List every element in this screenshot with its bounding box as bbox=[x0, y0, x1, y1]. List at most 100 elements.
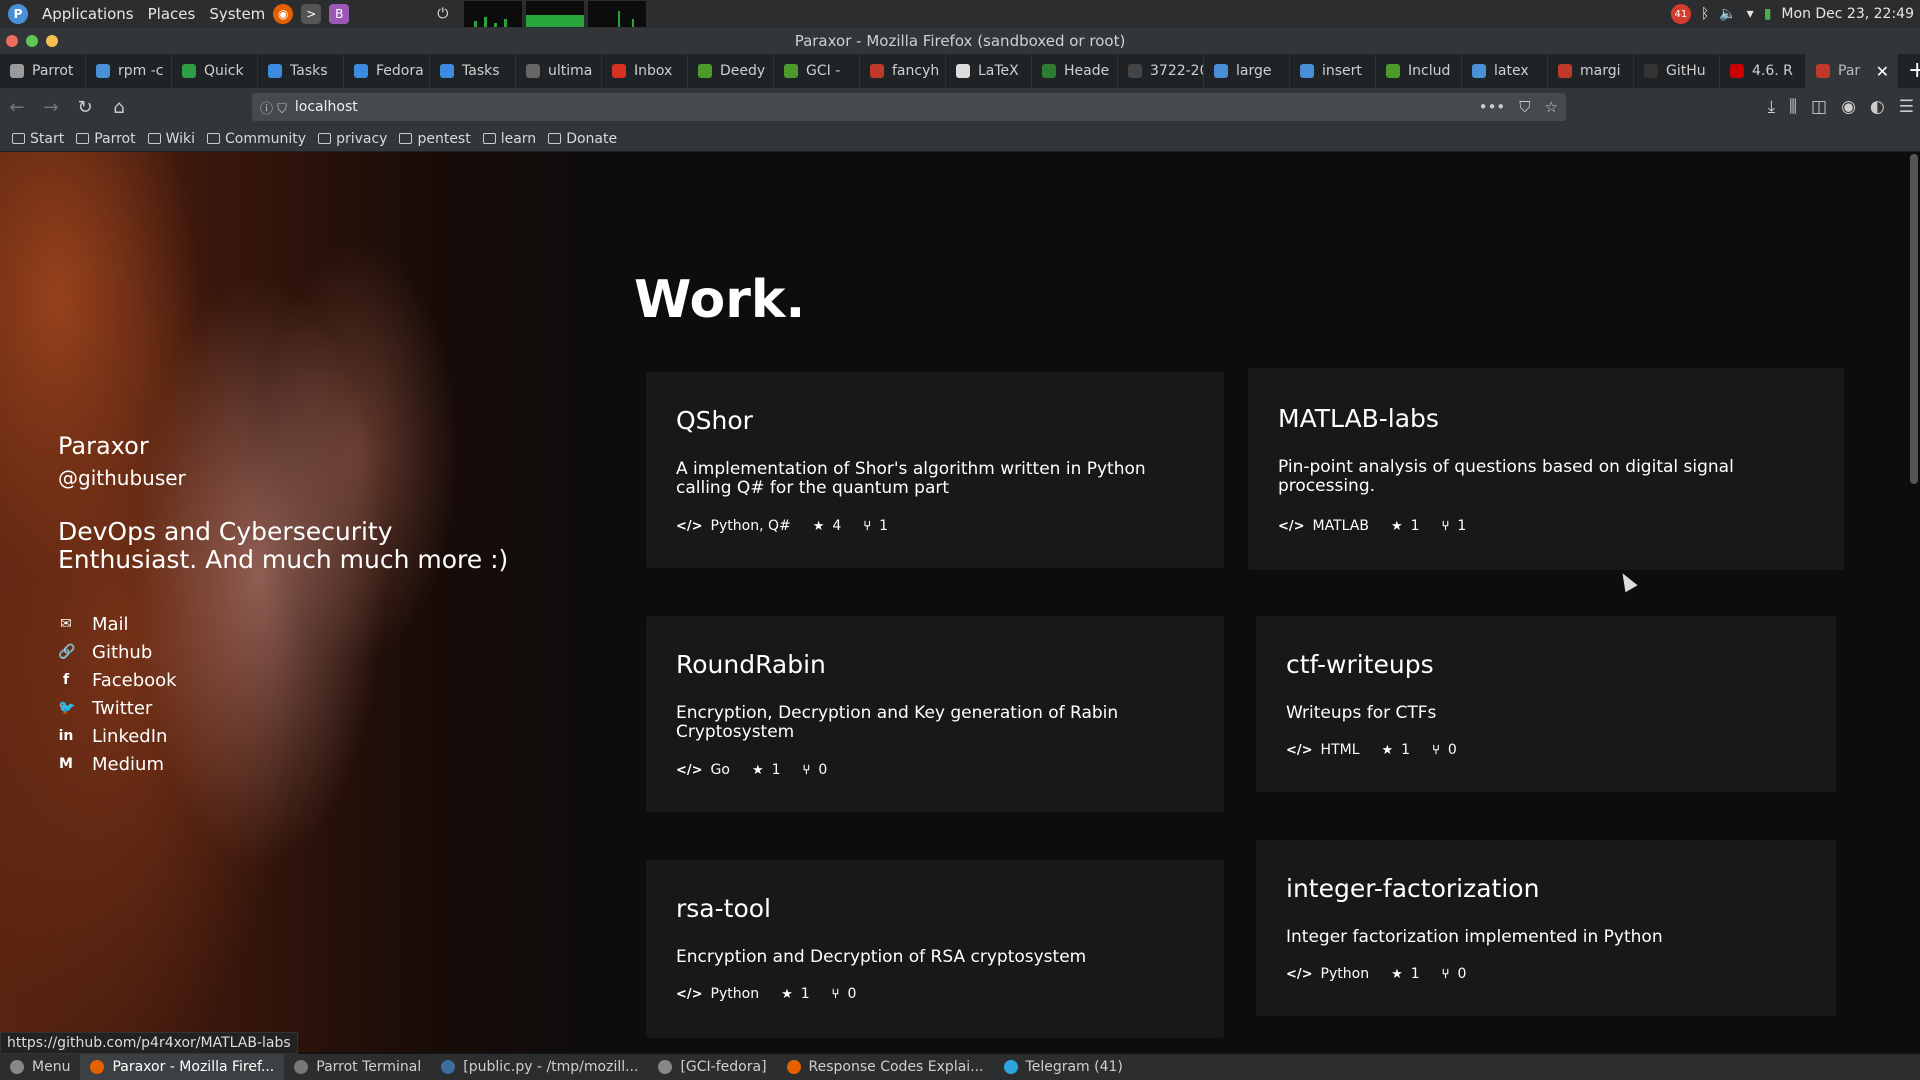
maximize-window-button[interactable] bbox=[26, 35, 38, 47]
browser-tab[interactable]: GCI - bbox=[774, 54, 860, 88]
url-text[interactable]: localhost bbox=[295, 99, 358, 115]
bookmark-item[interactable]: Parrot bbox=[76, 131, 136, 147]
social-link-label[interactable]: Github bbox=[92, 642, 152, 663]
browser-tab[interactable]: Fedora bbox=[344, 54, 430, 88]
taskbar-window[interactable]: Telegram (41) bbox=[994, 1054, 1133, 1080]
browser-tab[interactable]: GitHu bbox=[1634, 54, 1720, 88]
project-card-matlab-labs[interactable]: MATLAB-labs Pin-point analysis of questi… bbox=[1248, 368, 1844, 570]
browser-tab[interactable]: Tasks bbox=[258, 54, 344, 88]
tab-label: margi bbox=[1580, 63, 1621, 79]
minimize-window-button[interactable] bbox=[46, 35, 58, 47]
taskbar-window[interactable]: Response Codes Explai... bbox=[777, 1054, 994, 1080]
browser-tab[interactable]: Parrot bbox=[0, 54, 86, 88]
bookmark-item[interactable]: learn bbox=[482, 131, 536, 147]
browser-tab[interactable]: LaTeX bbox=[946, 54, 1032, 88]
project-card-qshor[interactable]: QShor A implementation of Shor's algorit… bbox=[646, 372, 1224, 568]
social-link-github[interactable]: 🔗 Github bbox=[58, 638, 538, 666]
terminal-launcher-icon[interactable]: > bbox=[301, 4, 322, 24]
bluetooth-icon[interactable]: ᛒ bbox=[1701, 6, 1709, 22]
social-link-label[interactable]: Medium bbox=[92, 754, 164, 775]
social-link-label[interactable]: Mail bbox=[92, 614, 129, 635]
browser-tab[interactable]: ultima bbox=[516, 54, 602, 88]
places-menu[interactable]: Places bbox=[148, 5, 196, 23]
system-menu[interactable]: System bbox=[209, 5, 265, 23]
social-link-label[interactable]: Facebook bbox=[92, 670, 177, 691]
bookmark-item[interactable]: Community bbox=[207, 131, 306, 147]
close-window-button[interactable] bbox=[6, 35, 18, 47]
social-link-label[interactable]: Twitter bbox=[92, 698, 152, 719]
social-link-linkedin[interactable]: in LinkedIn bbox=[58, 722, 538, 750]
browser-tab[interactable]: 4.6. R bbox=[1720, 54, 1806, 88]
project-title[interactable]: QShor bbox=[676, 406, 753, 435]
social-link-label[interactable]: LinkedIn bbox=[92, 726, 167, 747]
reload-icon[interactable]: ↻ bbox=[68, 97, 102, 118]
clock[interactable]: Mon Dec 23, 22:49 bbox=[1781, 6, 1914, 22]
browser-tab[interactable]: large bbox=[1204, 54, 1290, 88]
new-tab-button[interactable]: + bbox=[1898, 54, 1920, 88]
project-title[interactable]: ctf-writeups bbox=[1286, 650, 1434, 679]
bookmark-item[interactable]: pentest bbox=[399, 131, 471, 147]
browser-tab[interactable]: margi bbox=[1548, 54, 1634, 88]
social-link-medium[interactable]: M Medium bbox=[58, 750, 538, 778]
taskbar-window[interactable]: [public.py - /tmp/mozill... bbox=[431, 1054, 648, 1080]
social-link-mail[interactable]: ✉ Mail bbox=[58, 610, 538, 638]
project-title[interactable]: integer-factorization bbox=[1286, 874, 1539, 903]
back-icon[interactable]: ← bbox=[0, 97, 34, 118]
browser-tab[interactable]: 3722-201 bbox=[1118, 54, 1204, 88]
bookmark-item[interactable]: Wiki bbox=[147, 131, 195, 147]
bookmark-item[interactable]: Donate bbox=[548, 131, 617, 147]
browser-tab[interactable]: latex bbox=[1462, 54, 1548, 88]
project-title[interactable]: RoundRabin bbox=[676, 650, 826, 679]
pocket-icon[interactable]: ⛉ bbox=[1519, 98, 1530, 116]
forward-icon[interactable]: → bbox=[34, 97, 68, 118]
taskbar-window[interactable]: Parrot Terminal bbox=[284, 1054, 431, 1080]
browser-tab[interactable]: Quick bbox=[172, 54, 258, 88]
home-icon[interactable]: ⌂ bbox=[102, 97, 136, 118]
battery-icon[interactable]: ▮ bbox=[1764, 6, 1772, 22]
library-icon[interactable]: ⫼ bbox=[1789, 97, 1797, 117]
app-launcher-icon[interactable]: B bbox=[329, 4, 350, 24]
browser-tab[interactable]: insert bbox=[1290, 54, 1376, 88]
project-card-rsa-tool[interactable]: rsa-tool Encryption and Decryption of RS… bbox=[646, 860, 1224, 1038]
project-card-ctf-writeups[interactable]: ctf-writeups Writeups for CTFs </> HTML ★… bbox=[1256, 616, 1836, 792]
downloads-icon[interactable]: ⤓ bbox=[1768, 97, 1776, 117]
browser-tab[interactable]: Deedy bbox=[688, 54, 774, 88]
browser-tab[interactable]: Par ✕ bbox=[1806, 54, 1898, 88]
bookmark-item[interactable]: privacy bbox=[318, 131, 387, 147]
project-card-roundrabin[interactable]: RoundRabin Encryption, Decryption and Ke… bbox=[646, 616, 1224, 812]
browser-tab[interactable]: Inbox bbox=[602, 54, 688, 88]
start-menu-button[interactable]: Menu bbox=[0, 1054, 80, 1080]
applications-menu[interactable]: Applications bbox=[42, 5, 134, 23]
hamburger-menu-icon[interactable]: ☰ bbox=[1899, 97, 1914, 117]
project-card-integer-factorization[interactable]: integer-factorization Integer factorizat… bbox=[1256, 840, 1836, 1016]
parrot-logo-icon[interactable]: P bbox=[8, 4, 28, 24]
close-tab-icon[interactable]: ✕ bbox=[1876, 62, 1889, 81]
menu-grid-icon bbox=[10, 1060, 24, 1074]
folder-icon bbox=[399, 133, 413, 144]
bookmark-star-icon[interactable]: ☆ bbox=[1545, 98, 1558, 116]
power-icon[interactable]: ⏻ bbox=[437, 6, 448, 22]
notification-badge[interactable]: 41 bbox=[1670, 4, 1691, 24]
social-link-twitter[interactable]: 🐦 Twitter bbox=[58, 694, 538, 722]
taskbar-window[interactable]: [GCI-fedora] bbox=[648, 1054, 776, 1080]
address-bar[interactable]: ⓘ ⛉ localhost ••• ⛉ ☆ bbox=[252, 93, 1566, 121]
taskbar-window[interactable]: Paraxor - Mozilla Firef... bbox=[80, 1054, 285, 1080]
sync-icon[interactable]: ◐ bbox=[1870, 97, 1885, 117]
browser-tab[interactable]: Heade bbox=[1032, 54, 1118, 88]
page-actions-icon[interactable]: ••• bbox=[1479, 98, 1506, 116]
wifi-icon[interactable]: ▾ bbox=[1747, 6, 1754, 22]
account-icon[interactable]: ◉ bbox=[1841, 97, 1856, 117]
browser-tab[interactable]: Includ bbox=[1376, 54, 1462, 88]
browser-tab[interactable]: Tasks bbox=[430, 54, 516, 88]
project-title[interactable]: rsa-tool bbox=[676, 894, 771, 923]
browser-tab[interactable]: rpm -c bbox=[86, 54, 172, 88]
project-title[interactable]: MATLAB-labs bbox=[1278, 404, 1439, 433]
bookmark-item[interactable]: Start bbox=[12, 131, 64, 147]
social-link-facebook[interactable]: f Facebook bbox=[58, 666, 538, 694]
volume-icon[interactable]: 🔈 bbox=[1719, 6, 1736, 22]
firefox-launcher-icon[interactable]: ◉ bbox=[273, 4, 294, 24]
page-scrollbar[interactable] bbox=[1910, 154, 1918, 484]
sidebar-icon[interactable]: ◫ bbox=[1811, 97, 1827, 117]
browser-tab[interactable]: fancyh bbox=[860, 54, 946, 88]
site-info-icon[interactable]: ⓘ ⛉ bbox=[260, 98, 287, 117]
